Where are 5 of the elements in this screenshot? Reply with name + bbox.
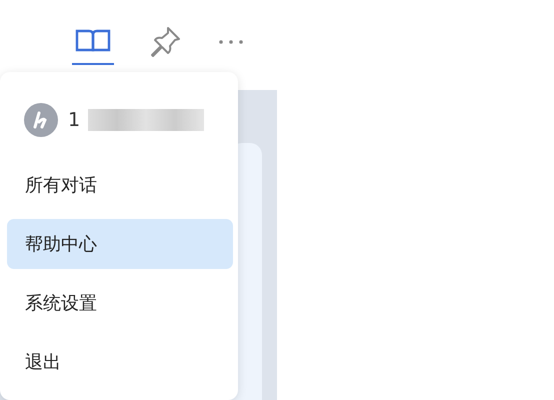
- menu-item[interactable]: 系统设置: [7, 278, 233, 328]
- menu-item[interactable]: 所有对话: [7, 160, 233, 210]
- menu-item[interactable]: 帮助中心: [7, 219, 233, 269]
- menu-item[interactable]: 退出: [7, 337, 233, 387]
- user-name: 1: [68, 109, 80, 131]
